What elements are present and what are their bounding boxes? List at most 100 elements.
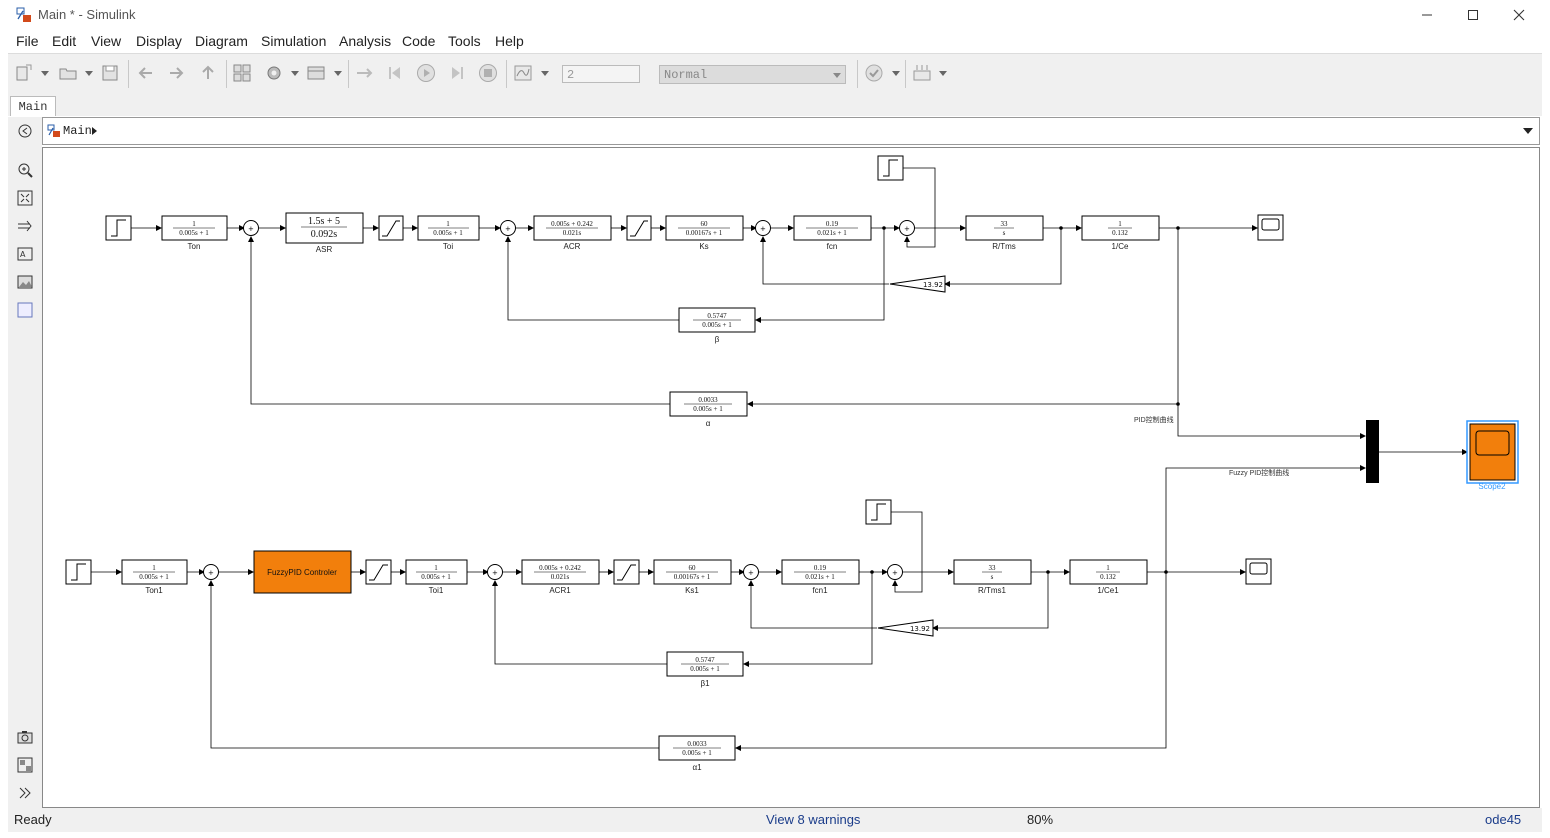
menu-code[interactable]: Code <box>402 33 435 49</box>
expand-palette-icon[interactable] <box>17 785 33 801</box>
toi1-block[interactable]: 1 0.005s + 1 Toi1 <box>405 559 468 595</box>
alpha1-block[interactable]: 0.0033 0.005s + 1 α1 <box>658 735 736 772</box>
forward-arrow-icon[interactable] <box>166 63 186 83</box>
fcn1-numerator: 0.19 <box>814 564 827 572</box>
model-canvas[interactable]: PID控制曲线 Fuzzy PID控制曲线 1 0.005s + 1 Ton +… <box>42 147 1540 808</box>
view-warnings-link[interactable]: View 8 warnings <box>766 812 860 827</box>
saturation-block[interactable] <box>378 215 404 241</box>
sum-block[interactable]: + <box>500 220 516 236</box>
fuzzy-pid-controller-block[interactable]: FuzzyPID Controler <box>253 550 352 594</box>
saturation-block[interactable] <box>365 559 392 585</box>
menu-diagram[interactable]: Diagram <box>195 33 248 49</box>
step-forward-icon[interactable] <box>446 63 466 83</box>
rtms-block[interactable]: 33 s R/Tms <box>965 215 1044 251</box>
beta1-block[interactable]: 0.5747 0.005s + 1 β1 <box>666 651 744 688</box>
gain1-block[interactable]: 13.92 <box>877 619 934 637</box>
explorer-icon[interactable] <box>306 63 326 83</box>
annotation-icon[interactable]: A <box>17 246 33 262</box>
signal-record-icon[interactable] <box>513 63 533 83</box>
library-browser-icon[interactable] <box>232 63 252 83</box>
sum-block[interactable]: + <box>243 220 259 236</box>
toi-block[interactable]: 1 0.005s + 1 Toi <box>417 215 480 251</box>
new-model-icon[interactable] <box>14 63 34 83</box>
menu-edit[interactable]: Edit <box>52 33 76 49</box>
saturation-block[interactable] <box>626 215 652 241</box>
fcn-block[interactable]: 0.19 0.021s + 1 fcn <box>793 215 872 251</box>
ton1-block[interactable]: 1 0.005s + 1 Ton1 <box>121 559 188 595</box>
saturation-block[interactable] <box>613 559 640 585</box>
ks-block[interactable]: 60 0.00167s + 1 Ks <box>665 215 744 251</box>
menu-view[interactable]: View <box>91 33 121 49</box>
minimize-button[interactable] <box>1404 0 1450 30</box>
menu-tools[interactable]: Tools <box>448 33 481 49</box>
model-browser-icon[interactable] <box>17 757 33 773</box>
simulation-mode-select[interactable]: Normal <box>659 65 846 84</box>
step-back-icon[interactable] <box>386 63 406 83</box>
tool-palette: A <box>8 117 42 808</box>
up-arrow-icon[interactable] <box>198 63 218 83</box>
tab-main[interactable]: Main <box>10 96 56 116</box>
asr-block[interactable]: 1.5s + 5 0.092s ASR <box>285 212 364 254</box>
signal-dropdown-icon[interactable] <box>541 71 549 76</box>
image-icon[interactable] <box>17 274 33 290</box>
grid-dropdown-icon[interactable] <box>939 71 947 76</box>
gain-block[interactable]: 13.92 <box>889 275 946 293</box>
camera-icon[interactable] <box>17 729 33 745</box>
stop-time-input[interactable]: 2 <box>562 65 640 83</box>
menu-help[interactable]: Help <box>495 33 524 49</box>
open-dropdown-icon[interactable] <box>85 71 93 76</box>
breadcrumb-chevron-icon[interactable] <box>92 127 97 135</box>
run-icon[interactable] <box>416 63 436 83</box>
breadcrumb-model[interactable]: Main <box>63 124 92 138</box>
step-block[interactable] <box>865 499 892 525</box>
scope-block[interactable] <box>1245 558 1272 585</box>
settings-dropdown-icon[interactable] <box>291 71 299 76</box>
rtms1-block[interactable]: 33 s R/Tms1 <box>953 559 1032 595</box>
save-icon[interactable] <box>100 63 120 83</box>
maximize-button[interactable] <box>1450 0 1496 30</box>
menu-analysis[interactable]: Analysis <box>339 33 391 49</box>
mux-block[interactable] <box>1366 420 1379 483</box>
sum-block[interactable]: + <box>899 220 915 236</box>
ks1-block[interactable]: 60 0.00167s + 1 Ks1 <box>653 559 732 595</box>
menu-display[interactable]: Display <box>136 33 182 49</box>
back-arrow-icon[interactable] <box>136 63 156 83</box>
beta-block[interactable]: 0.5747 0.005s + 1 β <box>678 307 756 344</box>
scope2-block[interactable]: Scope2 <box>1466 420 1519 491</box>
ce-block[interactable]: 1 0.132 1/Ce <box>1081 215 1160 251</box>
sum-block[interactable]: + <box>203 564 219 580</box>
sum-block[interactable]: + <box>887 564 903 580</box>
explorer-dropdown-icon[interactable] <box>334 71 342 76</box>
fcn1-block[interactable]: 0.19 0.021s + 1 fcn1 <box>781 559 860 595</box>
step-block[interactable] <box>105 215 132 241</box>
ton-block[interactable]: 1 0.005s + 1 Ton <box>161 215 228 251</box>
step-block[interactable] <box>877 155 904 181</box>
step-block[interactable] <box>65 559 92 585</box>
model-advisor-check-icon[interactable] <box>864 63 884 83</box>
open-folder-icon[interactable] <box>58 63 78 83</box>
model-settings-gear-icon[interactable] <box>264 63 284 83</box>
sum-block[interactable]: + <box>487 564 503 580</box>
fit-to-view-icon[interactable] <box>17 190 33 206</box>
build-icon[interactable] <box>354 63 374 83</box>
sum-block[interactable]: + <box>755 220 771 236</box>
scope-block[interactable] <box>1257 214 1284 241</box>
ce1-block[interactable]: 1 0.132 1/Ce1 <box>1069 559 1148 595</box>
advisor-dropdown-icon[interactable] <box>892 71 900 76</box>
solver-link[interactable]: ode45 <box>1485 812 1521 827</box>
menu-simulation[interactable]: Simulation <box>261 33 326 49</box>
acr-block[interactable]: 0.005s + 0.242 0.021s ACR <box>533 215 612 251</box>
new-dropdown-icon[interactable] <box>41 71 49 76</box>
acr1-block[interactable]: 0.005s + 0.242 0.021s ACR1 <box>521 559 600 595</box>
arrow-icon[interactable] <box>17 218 33 234</box>
stop-icon[interactable] <box>478 63 498 83</box>
grid-layout-icon[interactable] <box>912 63 932 83</box>
sum-block[interactable]: + <box>743 564 759 580</box>
menu-file[interactable]: File <box>16 33 39 49</box>
zoom-in-icon[interactable] <box>17 162 33 178</box>
alpha-block[interactable]: 0.0033 0.005s + 1 α <box>669 391 748 428</box>
hide-explorer-icon[interactable] <box>17 123 33 139</box>
address-dropdown-icon[interactable] <box>1523 128 1533 134</box>
close-button[interactable] <box>1496 0 1542 30</box>
area-icon[interactable] <box>17 302 33 318</box>
